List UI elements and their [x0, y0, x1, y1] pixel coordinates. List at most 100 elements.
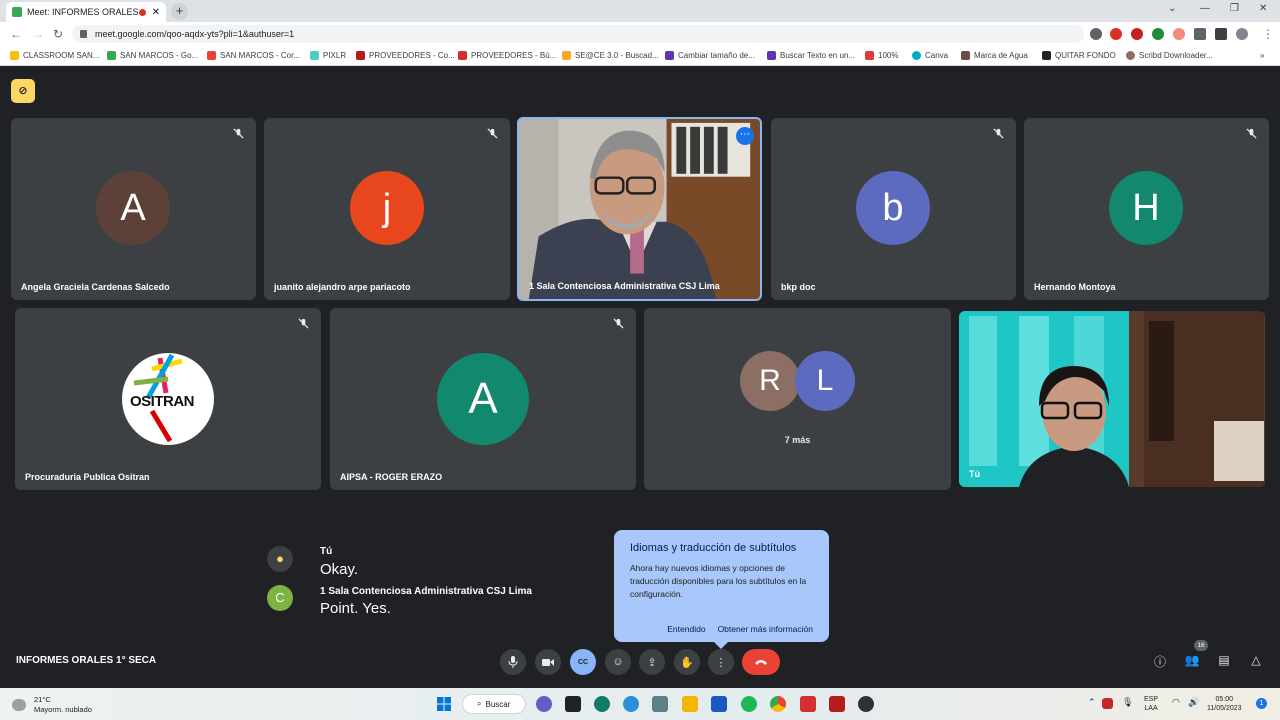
people-icon[interactable]: 👥: [1184, 653, 1200, 669]
scribd-icon: [1126, 51, 1135, 60]
language-indicator[interactable]: ESP LAA: [1144, 695, 1158, 713]
camera-button[interactable]: [535, 649, 561, 675]
edge-icon[interactable]: [594, 696, 610, 712]
bookmark-item[interactable]: PROVEEDORES - Bú...: [458, 51, 556, 60]
captions-translation-popover: Idiomas y traducción de subtítulos Ahora…: [614, 530, 829, 649]
bookmark-item[interactable]: QUITAR FONDO: [1042, 51, 1116, 60]
close-tab-icon[interactable]: ✕: [152, 7, 160, 18]
bookmark-item[interactable]: CLASSROOM SAN...: [10, 51, 99, 60]
acrobat-icon[interactable]: [800, 696, 816, 712]
bookmark-item[interactable]: Cambiar tamaño de...: [665, 51, 755, 60]
new-tab-button[interactable]: +: [171, 3, 188, 20]
mic-button[interactable]: [500, 649, 526, 675]
browser-menu-icon[interactable]: ⋮: [1262, 27, 1274, 41]
windows-taskbar: 21°C Mayorm. nublado ⌕ Buscar ⌃ 🎙 ESP LAA ◠…: [0, 688, 1280, 720]
more-options-icon[interactable]: ⋯: [736, 127, 754, 145]
bookmark-item[interactable]: SAN MARCOS - Cor...: [207, 51, 300, 60]
teams-icon[interactable]: [536, 696, 552, 712]
bookmark-item[interactable]: Scribd Downloader...: [1126, 51, 1213, 60]
raise-hand-button[interactable]: ✋: [674, 649, 700, 675]
learn-more-button[interactable]: Obtener más información: [718, 624, 813, 634]
extension-icon[interactable]: [1090, 28, 1102, 40]
word-icon[interactable]: [711, 696, 727, 712]
weather-temp: 21°C: [34, 695, 51, 704]
browser-tab[interactable]: Meet: INFORMES ORALES 1°... ✕: [6, 2, 166, 22]
pdf-icon[interactable]: [829, 696, 845, 712]
participant-tile[interactable]: A AIPSA - ROGER ERAZO: [330, 308, 636, 490]
bookmark-item[interactable]: 100%: [865, 51, 898, 60]
taskbar-search[interactable]: ⌕ Buscar: [462, 694, 526, 714]
seace-icon: [562, 51, 571, 60]
bookmark-item[interactable]: PROVEEDORES - Co...: [356, 51, 455, 60]
avatar: A: [96, 171, 170, 245]
meeting-info-icon[interactable]: ⓘ: [1152, 653, 1168, 669]
extension-red-icon[interactable]: [1173, 28, 1185, 40]
profile-avatar[interactable]: [1236, 28, 1248, 40]
leave-call-button[interactable]: [742, 649, 780, 675]
search-icon: ⌕: [477, 699, 482, 708]
close-window-icon[interactable]: ✕: [1259, 3, 1267, 14]
tray-overflow-icon[interactable]: ⌃: [1088, 698, 1096, 707]
side-panel-icon[interactable]: [1215, 28, 1227, 40]
participant-tile[interactable]: b bkp doc: [771, 118, 1016, 300]
edge-dev-icon[interactable]: [623, 696, 639, 712]
present-button[interactable]: ⇪: [639, 649, 665, 675]
more-participants-tile[interactable]: R L 7 más: [644, 308, 951, 490]
activities-icon[interactable]: △: [1248, 653, 1264, 669]
mic-off-icon: [298, 318, 309, 329]
chat-icon[interactable]: ▤: [1216, 653, 1232, 669]
bookmark-item[interactable]: Marca de Agua: [961, 51, 1028, 60]
bookmark-item[interactable]: Buscar Texto en un...: [767, 51, 855, 60]
people-count-badge: 16: [1194, 640, 1208, 651]
bookmark-item[interactable]: Canva: [912, 51, 948, 60]
obs-icon[interactable]: [858, 696, 874, 712]
reload-icon[interactable]: ↻: [53, 27, 63, 41]
file-explorer-icon[interactable]: [682, 696, 698, 712]
forward-icon[interactable]: →: [32, 27, 44, 41]
extension-abp-icon[interactable]: [1110, 28, 1122, 40]
bookmark-item[interactable]: SAN MARCOS - Go...: [107, 51, 198, 60]
extension-m-icon[interactable]: [1131, 28, 1143, 40]
tray-app-icon[interactable]: [1102, 698, 1113, 709]
dismiss-button[interactable]: Entendido: [667, 624, 705, 634]
notification-badge[interactable]: 1: [1256, 698, 1267, 709]
bookmark-item[interactable]: SE@CE 3.0 - Buscad...: [562, 51, 659, 60]
notes-icon[interactable]: [652, 696, 668, 712]
address-bar[interactable]: meet.google.com/qoo-aqdx-yts?pli=1&authu…: [72, 25, 1084, 43]
chrome-icon[interactable]: [770, 696, 786, 712]
participant-video: [519, 119, 760, 299]
participant-tile[interactable]: OSITRAN Procuraduria Publica Ositran: [15, 308, 321, 490]
tab-search-icon[interactable]: ⌄: [1168, 3, 1176, 14]
url-text: meet.google.com/qoo-aqdx-yts?pli=1&authu…: [95, 29, 295, 39]
netflix-icon[interactable]: [565, 696, 581, 712]
participant-tile-speaking[interactable]: ⋯ 1 Sala Contenciosa Administrativa CSJ …: [517, 117, 762, 301]
tray-mic-icon[interactable]: 🎙: [1122, 698, 1133, 707]
end-call-icon: [755, 660, 767, 665]
bookmarks-overflow-icon[interactable]: »: [1260, 51, 1264, 60]
restore-icon[interactable]: ❐: [1230, 3, 1239, 14]
self-view-tile[interactable]: Tú: [959, 311, 1265, 487]
minimize-icon[interactable]: —: [1200, 3, 1210, 14]
bookmark-item[interactable]: PIXLR: [310, 51, 346, 60]
extensions-puzzle-icon[interactable]: [1194, 28, 1206, 40]
weather-widget[interactable]: 21°C Mayorm. nublado: [12, 695, 92, 715]
windows-start-icon[interactable]: [436, 696, 452, 712]
participant-name: bkp doc: [781, 282, 816, 292]
participant-tile[interactable]: j juanito alejandro arpe pariacoto: [264, 118, 510, 300]
camera-off-notice-icon[interactable]: ⊘: [11, 79, 35, 103]
pixlr-icon: [310, 51, 319, 60]
participant-tile[interactable]: A Angela Graciela Cardenas Salcedo: [11, 118, 256, 300]
wifi-icon[interactable]: ◠: [1172, 698, 1180, 707]
more-options-button[interactable]: ⋮: [708, 649, 734, 675]
extension-check-icon[interactable]: [1152, 28, 1164, 40]
lightbulb-icon: ●: [267, 546, 293, 572]
popover-title: Idiomas y traducción de subtítulos: [630, 542, 797, 554]
back-icon[interactable]: ←: [10, 27, 22, 41]
participant-name: Angela Graciela Cardenas Salcedo: [21, 282, 170, 292]
reactions-button[interactable]: ☺: [605, 649, 631, 675]
volume-icon[interactable]: 🔊: [1188, 698, 1199, 707]
captions-button[interactable]: CC: [570, 649, 596, 675]
spotify-icon[interactable]: [741, 696, 757, 712]
participant-tile[interactable]: H Hernando Montoya: [1024, 118, 1269, 300]
clock[interactable]: 05:00 11/05/2023: [1207, 695, 1242, 713]
